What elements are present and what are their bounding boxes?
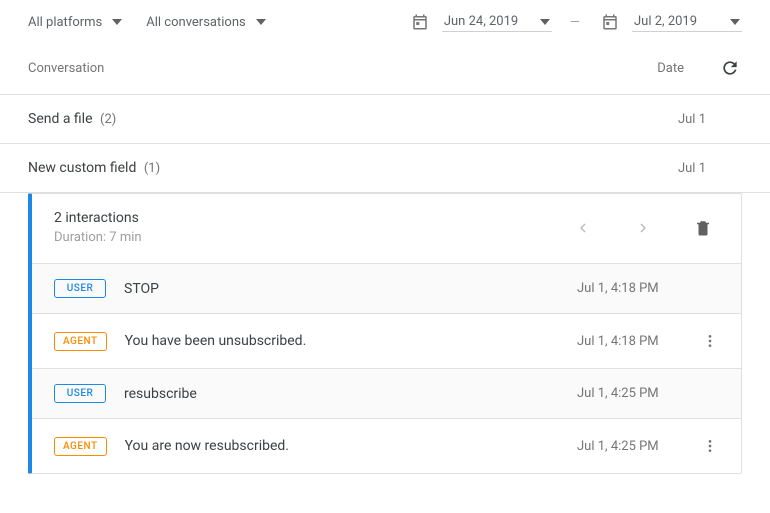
refresh-icon[interactable] xyxy=(718,56,742,80)
date-column-header: Date xyxy=(657,61,684,76)
next-interaction-button[interactable] xyxy=(631,216,655,240)
conversation-count: (1) xyxy=(144,161,160,176)
more-menu-icon[interactable] xyxy=(701,434,719,458)
conversation-title: Send a file xyxy=(28,111,93,127)
delete-button[interactable] xyxy=(691,216,715,240)
conversation-count: (2) xyxy=(100,112,116,127)
interaction-text: You have been unsubscribed. xyxy=(125,333,577,349)
role-badge-agent: AGENT xyxy=(54,332,107,351)
end-date-text: Jul 2, 2019 xyxy=(634,14,722,29)
date-range-separator: — xyxy=(570,15,580,30)
interaction-text: You are now resubscribed. xyxy=(125,438,577,454)
calendar-icon[interactable] xyxy=(598,10,622,34)
prev-interaction-button[interactable] xyxy=(571,216,595,240)
role-badge-agent: AGENT xyxy=(54,437,107,456)
interaction-row: USER resubscribe Jul 1, 4:25 PM xyxy=(32,368,741,418)
start-date-text: Jun 24, 2019 xyxy=(444,14,532,29)
conversation-row[interactable]: Send a file (2) Jul 1 xyxy=(0,95,770,144)
interaction-text: resubscribe xyxy=(124,386,577,402)
start-date-picker[interactable]: Jun 24, 2019 xyxy=(442,12,552,32)
conversation-date: Jul 1 xyxy=(668,161,706,176)
chevron-down-icon xyxy=(730,19,740,25)
more-menu-icon[interactable] xyxy=(701,329,719,353)
role-badge-user: USER xyxy=(54,279,106,298)
interaction-time: Jul 1, 4:25 PM xyxy=(577,439,677,454)
interactions-summary: 2 interactions xyxy=(54,210,571,226)
interaction-row: AGENT You are now resubscribed. Jul 1, 4… xyxy=(32,418,741,473)
end-date-picker[interactable]: Jul 2, 2019 xyxy=(632,12,742,32)
conversation-row[interactable]: New custom field (1) Jul 1 xyxy=(0,144,770,193)
conversation-date: Jul 1 xyxy=(668,112,706,127)
conversation-filter[interactable]: All conversations xyxy=(146,15,265,30)
interaction-row: USER STOP Jul 1, 4:18 PM xyxy=(32,263,741,313)
platform-filter-label: All platforms xyxy=(28,15,102,30)
card-header: 2 interactions Duration: 7 min xyxy=(32,194,741,263)
interaction-time: Jul 1, 4:18 PM xyxy=(577,334,677,349)
chevron-down-icon xyxy=(256,19,266,25)
conversation-title: New custom field xyxy=(28,160,136,176)
expanded-conversation-card: 2 interactions Duration: 7 min USER STOP… xyxy=(28,193,742,474)
table-header: Conversation Date xyxy=(0,42,770,95)
chevron-down-icon xyxy=(540,19,550,25)
interaction-text: STOP xyxy=(124,281,577,297)
interaction-time: Jul 1, 4:18 PM xyxy=(577,281,677,296)
conversation-filter-label: All conversations xyxy=(146,15,245,30)
platform-filter[interactable]: All platforms xyxy=(28,15,122,30)
interactions-duration: Duration: 7 min xyxy=(54,230,571,245)
calendar-icon[interactable] xyxy=(408,10,432,34)
interaction-row: AGENT You have been unsubscribed. Jul 1,… xyxy=(32,313,741,368)
chevron-down-icon xyxy=(112,19,122,25)
interaction-time: Jul 1, 4:25 PM xyxy=(577,386,677,401)
conversation-column-header: Conversation xyxy=(28,61,657,76)
role-badge-user: USER xyxy=(54,384,106,403)
